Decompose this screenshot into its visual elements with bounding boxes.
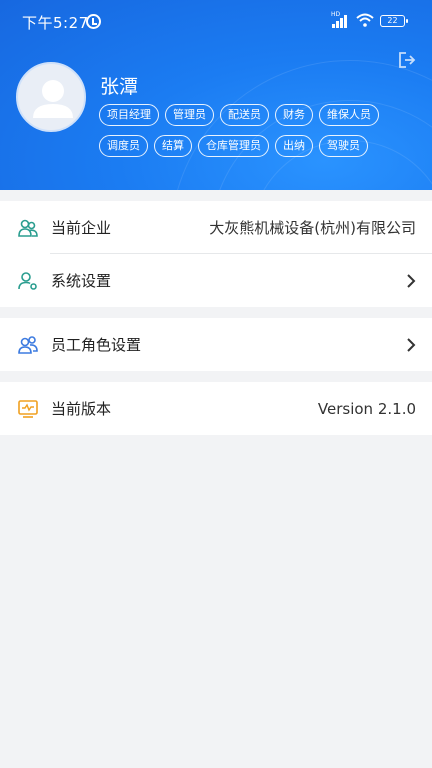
current-version-value: Version 2.1.0 [317,399,416,418]
employee-roles-label: 员工角色设置 [51,336,142,354]
monitor-icon [18,399,38,418]
current-company-label: 当前企业 [51,219,112,237]
roles-card: 员工角色设置 [0,318,432,371]
system-settings-row[interactable]: 系统设置 [0,254,432,307]
system-settings-label: 系统设置 [51,272,112,290]
current-company-row[interactable]: 当前企业 大灰熊机械设备(杭州)有限公司 [0,201,432,254]
avatar[interactable] [16,62,86,132]
signal-icon [332,14,350,28]
employee-roles-row[interactable]: 员工角色设置 [0,318,432,371]
chevron-right-icon [407,337,416,352]
alarm-icon [86,14,101,29]
role-badge: 项目经理 [99,104,159,126]
role-badge: 驾驶员 [319,135,368,157]
profile-header: 下午5:27 HD 22 张潭 项目经理 管理员 配送员 财务 维保人员调度员 结算 仓库管… [0,0,432,190]
version-card: 当前版本 Version 2.1.0 [0,382,432,435]
current-version-row[interactable]: 当前版本 Version 2.1.0 [0,382,432,435]
role-badge: 出纳 [275,135,313,157]
chevron-right-icon [407,273,416,288]
user-settings-icon [18,271,37,290]
role-badge: 维保人员 [319,104,379,126]
current-company-value: 大灰熊机械设备(杭州)有限公司 [209,219,416,237]
role-badge: 财务 [275,104,313,126]
role-badge: 管理员 [165,104,214,126]
wifi-icon [356,13,374,27]
user-name: 张潭 [100,76,139,98]
logout-icon[interactable] [398,52,416,68]
status-bar: 下午5:27 HD 22 [0,0,432,44]
current-version-label: 当前版本 [51,400,112,418]
role-badge: 配送员 [220,104,269,126]
status-time: 下午5:27 [22,14,89,32]
user-avatar-icon [33,80,73,118]
team-icon [18,335,38,354]
company-icon [18,219,38,237]
role-badge: 调度员 [99,135,148,157]
role-badge: 结算 [154,135,192,157]
battery-icon: 22 [380,15,408,27]
role-badges: 项目经理 管理员 配送员 财务 维保人员调度员 结算 仓库管理员 出纳 驾驶员 [99,103,409,165]
company-settings-card: 当前企业 大灰熊机械设备(杭州)有限公司 系统设置 [0,201,432,307]
role-badge: 仓库管理员 [198,135,269,157]
